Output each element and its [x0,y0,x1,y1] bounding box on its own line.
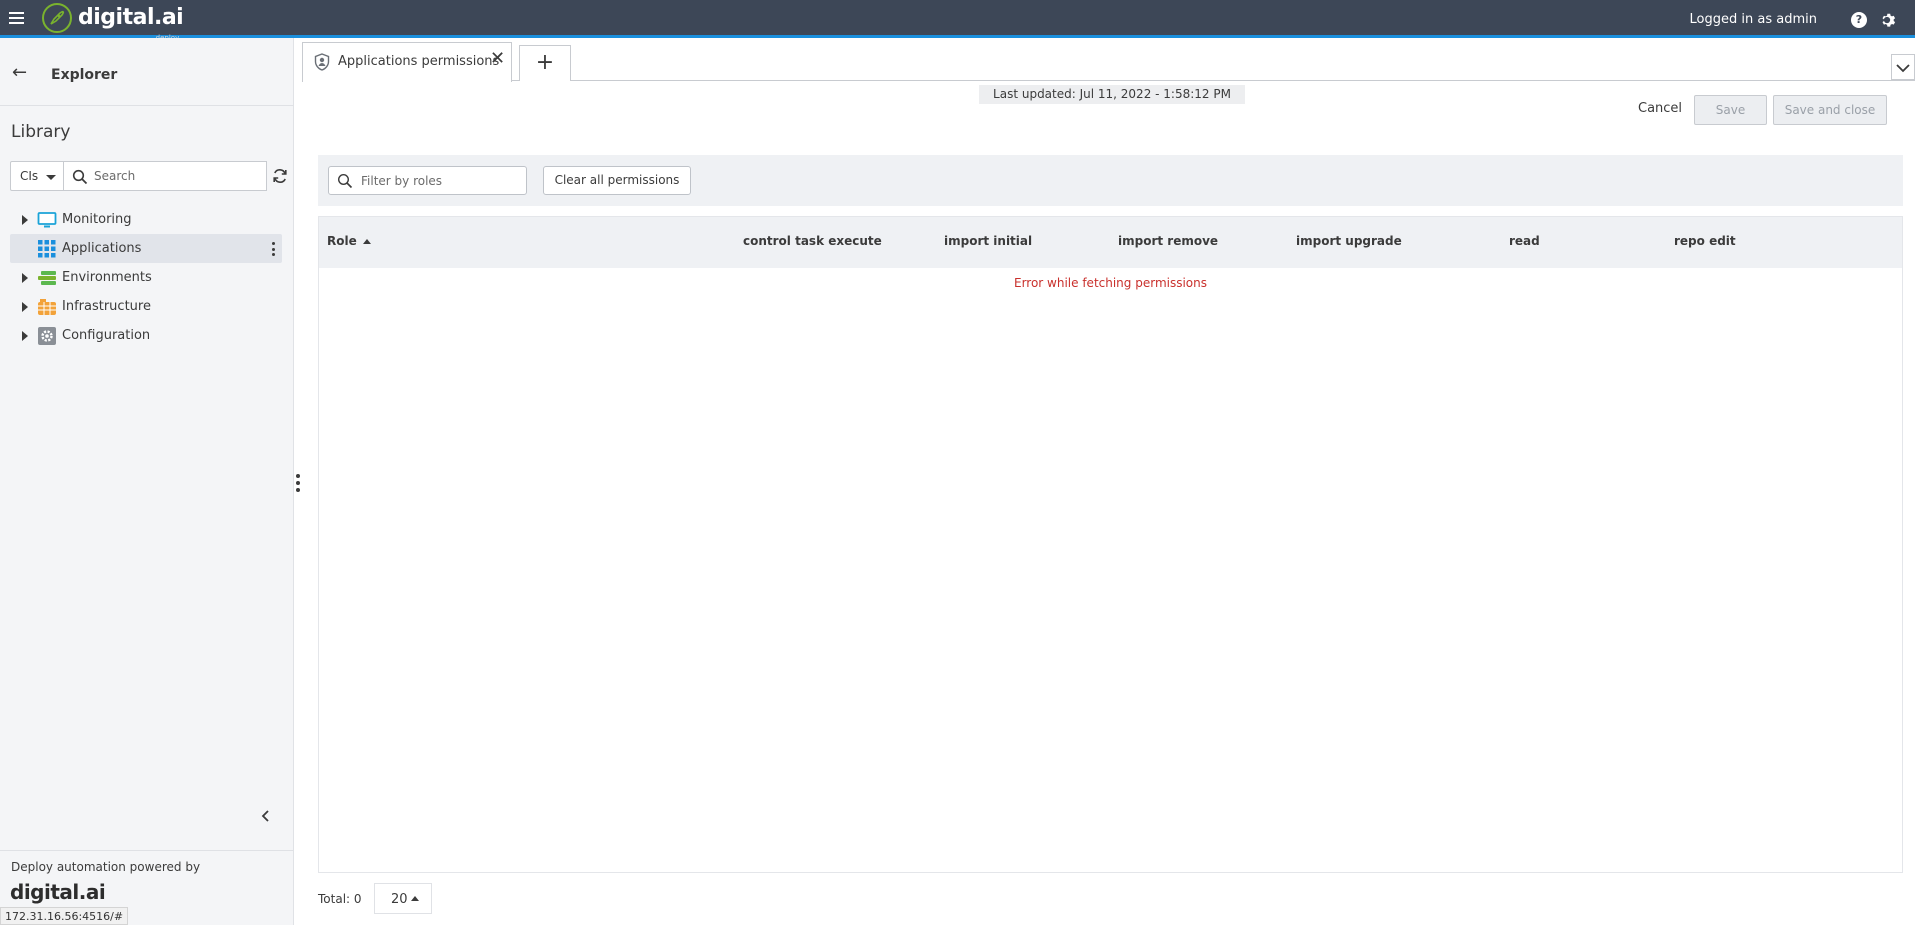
search-icon [72,169,88,185]
table-header: Role control task execute import initial… [319,217,1902,268]
sidebar-header: ← Explorer [0,38,294,106]
save-and-close-button[interactable]: Save and close [1773,95,1887,125]
expand-caret-icon[interactable] [22,301,28,312]
monitor-icon [37,211,57,229]
environments-icon [37,269,57,287]
ci-type-select-value: CIs [20,169,39,183]
help-icon[interactable]: ? [1851,12,1867,28]
column-header-read[interactable]: read [1509,234,1540,248]
add-tab-button[interactable]: + [519,45,571,81]
hamburger-menu-icon[interactable] [9,12,24,24]
back-arrow-icon[interactable]: ← [12,64,27,82]
footer-logo: digital.ai [10,880,106,904]
search-icon [337,173,353,189]
column-header-repo-edit[interactable]: repo edit [1674,234,1736,248]
expand-caret-icon[interactable] [22,272,28,283]
configuration-gear-icon [37,326,57,345]
search-input[interactable] [94,169,254,183]
page-size-value: 20 [391,892,408,907]
tree-item-applications[interactable]: Applications [10,234,282,263]
last-updated-label: Last updated: Jul 11, 2022 - 1:58:12 PM [979,85,1245,104]
collapse-sidebar-chevron-icon[interactable] [258,808,274,824]
tab-overflow-chevron-icon[interactable] [1891,54,1915,80]
save-button[interactable]: Save [1694,95,1767,125]
expand-caret-icon[interactable] [22,214,28,225]
explorer-sidebar: ← Explorer Library CIs Monitoring [0,38,294,925]
tree-item-label: Configuration [62,328,151,343]
sidebar-title: Explorer [51,67,118,83]
caret-down-icon [46,175,56,180]
tree-item-label: Environments [62,270,152,285]
error-message: Error while fetching permissions [1013,276,1208,290]
column-header-role[interactable]: Role [327,234,371,248]
applications-grid-icon [37,239,57,258]
library-tree: Monitoring Applications Environments Inf… [10,205,282,350]
tab-applications-permissions[interactable]: Applications permissions ✕ [302,42,512,82]
caret-up-icon [410,896,419,901]
expand-caret-icon[interactable] [22,330,28,341]
tree-item-monitoring[interactable]: Monitoring [10,205,282,234]
tree-item-configuration[interactable]: Configuration [10,321,282,350]
powered-by-text: Deploy automation powered by [11,860,201,874]
rocket-logo-icon [42,3,72,33]
tree-item-label: Applications [62,241,142,256]
column-header-import-upgrade[interactable]: import upgrade [1296,234,1402,248]
total-count: Total: 0 [318,892,362,906]
tree-item-environments[interactable]: Environments [10,263,282,292]
tab-label: Applications permissions [338,54,500,69]
filter-roles-input[interactable] [361,174,521,188]
context-menu-kebab-icon[interactable] [272,242,276,256]
page-size-select[interactable]: 20 [374,883,432,914]
gear-icon[interactable] [1878,11,1896,29]
column-header-control-task-execute[interactable]: control task execute [743,234,882,248]
cancel-button[interactable]: Cancel [1638,101,1682,119]
top-navigation-bar: digital.ai deploy Logged in as admin ? [0,0,1915,43]
sort-ascending-icon [362,239,371,244]
permissions-table: Role control task execute import initial… [318,216,1903,873]
infrastructure-icon [37,298,57,316]
tree-item-label: Infrastructure [62,299,151,314]
ci-type-select[interactable]: CIs [10,161,64,191]
tree-item-label: Monitoring [62,212,132,227]
sidebar-divider [0,850,294,851]
app-logo[interactable]: digital.ai deploy [42,2,184,43]
column-header-import-remove[interactable]: import remove [1118,234,1218,248]
permissions-shield-icon [314,53,330,71]
library-title: Library [11,122,71,142]
no-caret-spacer [22,244,28,254]
tab-strip: Applications permissions ✕ + [302,42,1915,82]
close-tab-icon[interactable]: ✕ [490,50,505,68]
status-url: 172.31.16.56:4516/# [0,907,129,925]
clear-all-permissions-button[interactable]: Clear all permissions [543,166,691,195]
library-search [63,161,267,191]
column-header-import-initial[interactable]: import initial [944,234,1032,248]
panel-resize-handle[interactable] [296,474,300,492]
logo-wordmark: digital.ai deploy [78,7,184,43]
filter-bar: Clear all permissions [318,155,1903,206]
logged-in-user[interactable]: Logged in as admin [1690,12,1817,27]
tree-item-infrastructure[interactable]: Infrastructure [10,292,282,321]
role-filter [328,166,527,195]
refresh-icon[interactable] [271,167,289,185]
